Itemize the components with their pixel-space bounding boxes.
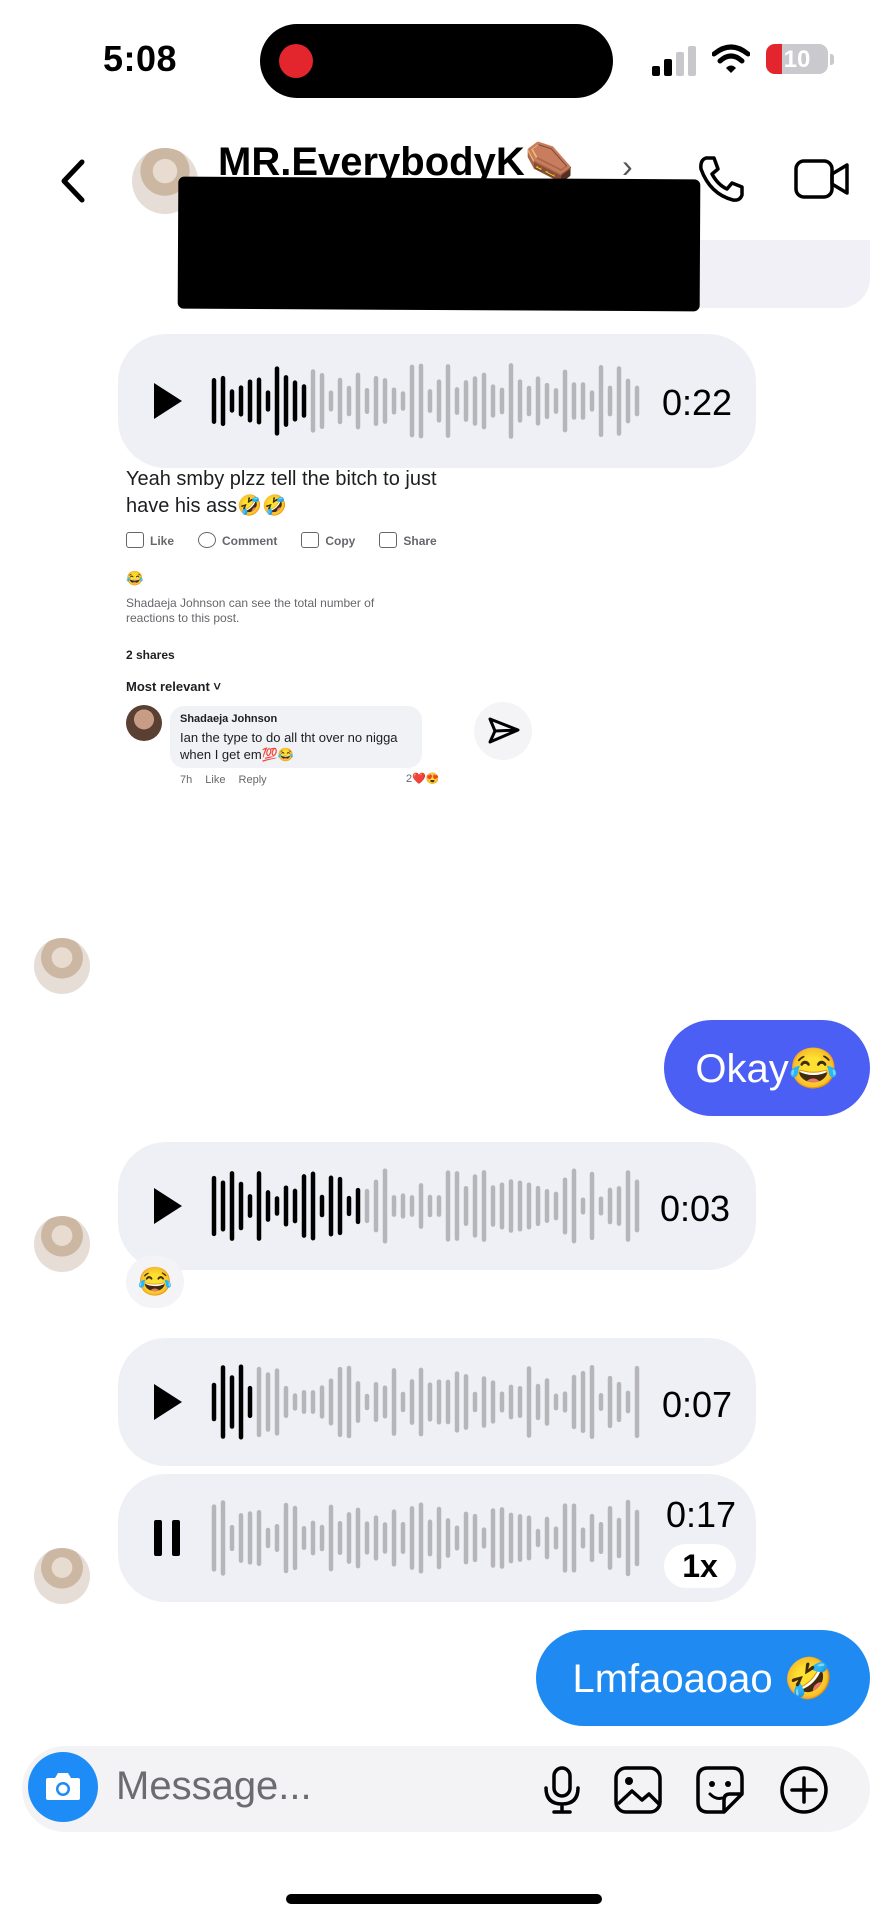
play-icon[interactable]	[154, 1188, 182, 1224]
camera-button[interactable]	[28, 1752, 98, 1822]
battery-icon: 10	[766, 44, 828, 74]
battery-level: 10	[783, 46, 811, 73]
sender-avatar[interactable]	[34, 1548, 90, 1604]
like-action: Like	[126, 532, 174, 548]
sticker-icon[interactable]	[694, 1764, 746, 1816]
comment-sort: Most relevant ˅	[126, 679, 222, 694]
redaction-block	[177, 176, 701, 312]
recording-indicator-icon	[279, 44, 313, 78]
voice-duration: 0:03	[660, 1188, 731, 1229]
message-reaction[interactable]: 😂	[126, 1256, 184, 1308]
voice-duration: 0:17	[666, 1494, 737, 1535]
visibility-note: Shadaeja Johnson can see the total numbe…	[126, 596, 375, 625]
voice-message-1[interactable]: 0:22	[118, 334, 756, 468]
play-icon[interactable]	[154, 1384, 182, 1420]
share-action: Share	[379, 532, 437, 548]
back-chevron-icon[interactable]	[58, 158, 88, 204]
phone-icon[interactable]	[696, 154, 746, 204]
voice-duration: 0:07	[662, 1384, 733, 1425]
share-count: 2 shares	[126, 648, 175, 662]
play-icon[interactable]	[154, 383, 182, 419]
wifi-icon	[712, 44, 750, 73]
waveform	[211, 363, 640, 439]
shared-post-actions: Like Comment Copy Share	[126, 532, 437, 548]
status-time: 5:08	[103, 38, 178, 79]
microphone-icon[interactable]	[536, 1764, 588, 1816]
pause-icon[interactable]	[154, 1520, 180, 1556]
voice-message-4[interactable]: 0:17 1x	[118, 1474, 756, 1602]
sent-message[interactable]: Lmfaoaoao 🤣	[536, 1630, 870, 1726]
playback-speed-button[interactable]: 1x	[664, 1544, 736, 1588]
sent-message[interactable]: Okay😂	[664, 1020, 870, 1116]
share-arrow-icon	[379, 532, 398, 548]
share-button[interactable]	[474, 702, 532, 760]
comment-meta: 7h Like Reply	[180, 774, 267, 786]
comment-icon	[198, 532, 217, 548]
message-input[interactable]: Message...	[116, 1764, 312, 1809]
voice-message-3[interactable]: 0:07	[118, 1338, 756, 1466]
shared-post-text: Yeah smby plzz tell the bitch to just ha…	[126, 468, 437, 517]
link-icon	[301, 532, 320, 548]
voice-message-2[interactable]: 0:03	[118, 1142, 756, 1270]
waveform	[211, 1499, 640, 1577]
voice-duration: 0:22	[662, 382, 733, 423]
commenter-name: Shadaeja Johnson	[180, 713, 278, 725]
send-icon	[488, 717, 520, 744]
commenter-avatar	[126, 705, 162, 741]
post-reaction: 😂	[126, 570, 144, 586]
sender-avatar[interactable]	[34, 1216, 90, 1272]
video-camera-icon[interactable]	[794, 158, 850, 200]
image-icon[interactable]	[612, 1764, 664, 1816]
waveform	[211, 1364, 640, 1440]
comment-reactions: 2❤️😍	[406, 773, 440, 785]
sender-avatar[interactable]	[34, 938, 90, 994]
comment-action: Comment	[198, 532, 277, 548]
comment-text: Ian the type to do all tht over no nigga…	[180, 730, 398, 762]
home-indicator	[286, 1894, 602, 1904]
battery-cap	[830, 54, 834, 65]
copy-action: Copy	[301, 532, 355, 548]
cellular-signal-icon	[652, 46, 696, 76]
plus-circle-icon[interactable]	[778, 1764, 830, 1816]
camera-icon	[46, 1773, 80, 1800]
thumbs-up-icon	[126, 532, 144, 548]
